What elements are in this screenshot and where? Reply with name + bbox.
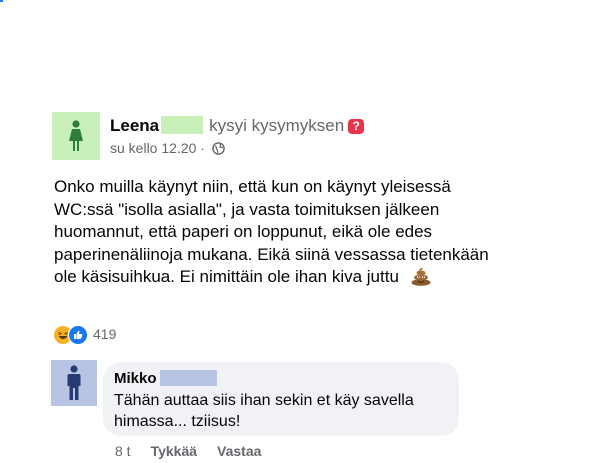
comment-actions: 8 t Tykkää Vastaa [115,443,281,459]
globe-icon[interactable] [212,142,225,155]
post-header: Leena kysyi kysymyksen? [110,116,365,136]
comment-author: Mikko [114,370,217,387]
question-badge-icon: ? [348,119,365,134]
comment-author-name[interactable]: Mikko [114,370,157,387]
post-body: Onko muilla käynyt niin, että kun on käy… [54,176,494,289]
comment-bubble: Mikko Tähän auttaa siis ihan sekin et kä… [103,362,459,436]
meta-separator: · [200,140,205,156]
corner-marker [0,0,3,2]
reply-button[interactable]: Vastaa [217,443,261,459]
comment-author-avatar[interactable] [51,360,97,406]
redacted-surname [159,370,217,386]
redacted-surname [161,116,204,134]
female-person-icon [69,120,83,151]
comment-text: Tähän auttaa siis ihan sekin et käy save… [114,392,414,430]
post-author-name[interactable]: Leena [110,116,159,135]
post-meta: su kello 12.20 · [110,140,225,156]
poo-emoji-icon [411,267,431,286]
male-person-icon [67,365,81,400]
like-button[interactable]: Tykkää [151,443,197,459]
post-timestamp[interactable]: su kello 12.20 [110,140,196,156]
reaction-count: 419 [93,326,117,342]
post-action-text: kysyi kysymyksen [209,116,345,135]
comment-timestamp[interactable]: 8 t [115,443,131,459]
post-author-avatar[interactable] [52,112,100,160]
like-reaction-icon [68,325,88,345]
